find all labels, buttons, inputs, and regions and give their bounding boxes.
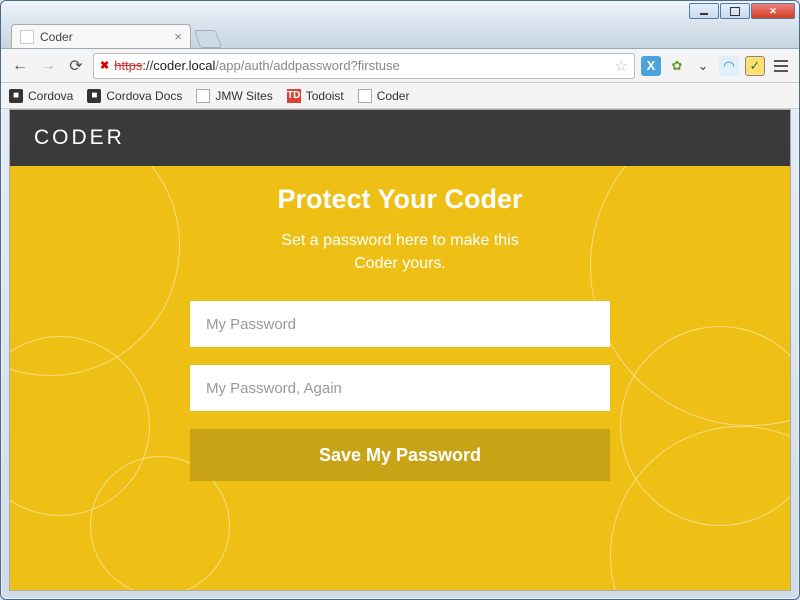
cordova-icon: ■ xyxy=(87,89,101,103)
subtitle-line-2: Coder yours. xyxy=(354,255,446,272)
bookmark-cordova[interactable]: ■ Cordova xyxy=(9,89,73,103)
tab-close-button[interactable]: × xyxy=(174,29,182,44)
tab-title: Coder xyxy=(40,30,73,44)
browser-tab[interactable]: Coder × xyxy=(11,24,191,48)
reload-button[interactable]: ⟳ xyxy=(65,55,87,77)
app-body: Protect Your Coder Set a password here t… xyxy=(10,166,790,590)
password-confirm-input[interactable] xyxy=(190,365,610,411)
todoist-icon: TD xyxy=(287,89,301,103)
bookmark-label: Cordova xyxy=(28,89,73,103)
bookmark-label: Coder xyxy=(377,89,410,103)
page-icon xyxy=(196,89,210,103)
extension-wave-icon[interactable]: ◠ xyxy=(719,56,739,76)
window-maximize-button[interactable] xyxy=(720,3,750,19)
bookmark-label: Cordova Docs xyxy=(106,89,182,103)
window-close-button[interactable]: ✕ xyxy=(751,3,795,19)
extension-pocket-icon[interactable]: ⌄ xyxy=(693,56,713,76)
bookmarks-bar: ■ Cordova ■ Cordova Docs JMW Sites TD To… xyxy=(1,83,799,109)
page-icon xyxy=(358,89,372,103)
window-titlebar: ✕ xyxy=(1,1,799,21)
back-button[interactable]: ← xyxy=(9,55,31,77)
extension-x-icon[interactable]: X xyxy=(641,56,661,76)
password-setup-panel: Protect Your Coder Set a password here t… xyxy=(10,166,790,481)
extension-check-icon[interactable]: ✓ xyxy=(745,56,765,76)
url-sep: :// xyxy=(142,58,153,73)
window-minimize-button[interactable] xyxy=(689,3,719,19)
tab-strip: Coder × xyxy=(1,21,799,49)
url-scheme: https xyxy=(114,58,142,73)
subtitle-line-1: Set a password here to make this xyxy=(281,232,518,249)
page-subtitle: Set a password here to make this Coder y… xyxy=(281,229,518,275)
password-input[interactable] xyxy=(190,301,610,347)
bookmark-star-icon[interactable]: ☆ xyxy=(615,57,628,75)
new-tab-button[interactable] xyxy=(194,30,223,48)
bookmark-label: Todoist xyxy=(306,89,344,103)
insecure-lock-icon: ✖ xyxy=(100,59,110,72)
bookmark-coder[interactable]: Coder xyxy=(358,89,410,103)
address-bar[interactable]: ✖ https :// coder.local /app/auth/addpas… xyxy=(93,53,635,79)
save-password-button[interactable]: Save My Password xyxy=(190,429,610,481)
bookmark-cordova-docs[interactable]: ■ Cordova Docs xyxy=(87,89,182,103)
bookmark-jmw-sites[interactable]: JMW Sites xyxy=(196,89,272,103)
browser-menu-button[interactable] xyxy=(771,56,791,76)
forward-button[interactable]: → xyxy=(37,55,59,77)
url-host: coder.local xyxy=(153,58,215,73)
bookmark-todoist[interactable]: TD Todoist xyxy=(287,89,344,103)
url-path: /app/auth/addpassword?firstuse xyxy=(215,58,399,73)
app-header: CODER xyxy=(10,110,790,166)
extension-leaf-icon[interactable]: ✿ xyxy=(667,56,687,76)
app-brand: CODER xyxy=(34,126,125,150)
page-title: Protect Your Coder xyxy=(277,184,522,215)
cordova-icon: ■ xyxy=(9,89,23,103)
page-viewport: CODER Protect Your Coder Set a password … xyxy=(9,109,791,591)
bookmark-label: JMW Sites xyxy=(215,89,272,103)
browser-toolbar: ← → ⟳ ✖ https :// coder.local /app/auth/… xyxy=(1,49,799,83)
window-frame: ✕ Coder × ← → ⟳ ✖ https :// coder.local … xyxy=(0,0,800,600)
tab-favicon-icon xyxy=(20,30,34,44)
